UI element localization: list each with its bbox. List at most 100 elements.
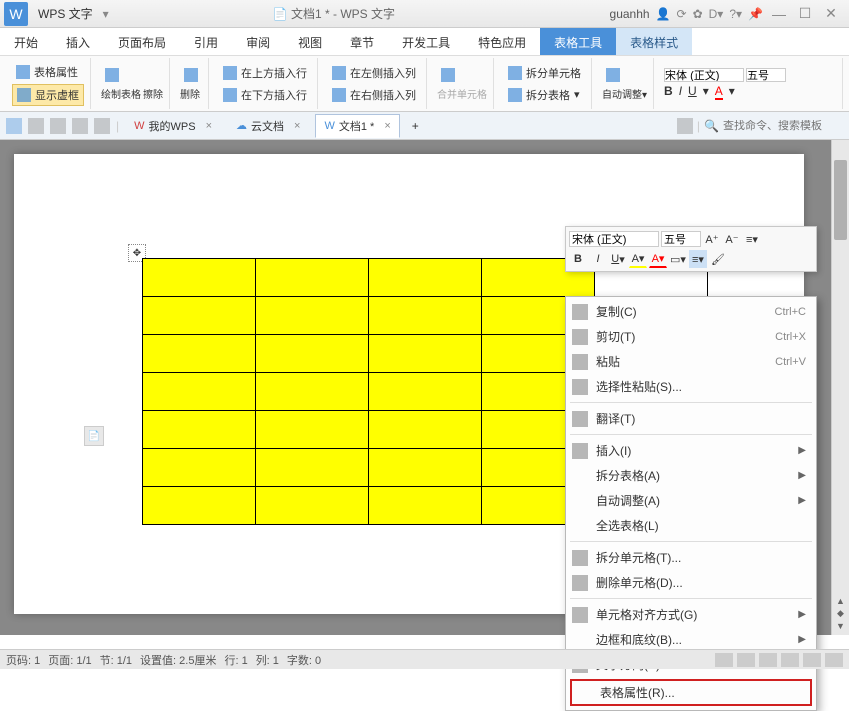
mini-format-painter-button[interactable]: 🖌 — [709, 250, 727, 268]
scroll-down-icon[interactable]: ▼ — [836, 621, 845, 631]
close-tab-icon[interactable]: × — [384, 120, 390, 132]
mini-highlight-button[interactable]: A▾ — [629, 250, 647, 268]
user-name[interactable]: guanhh — [610, 7, 650, 21]
copy-icon — [572, 304, 588, 320]
maximize-button[interactable]: ☐ — [795, 5, 815, 22]
mini-font-size[interactable] — [661, 231, 701, 247]
tab-devtools[interactable]: 开发工具 — [388, 28, 464, 55]
ctx-自动调整(A)[interactable]: 自动调整(A)▶ — [566, 488, 816, 513]
close-button[interactable]: ✕ — [821, 5, 841, 22]
underline-button[interactable]: U — [688, 84, 697, 100]
mini-paragraph-button[interactable]: ≡▾ — [689, 250, 707, 268]
mini-align-button[interactable]: ≡▾ — [743, 230, 761, 248]
tab-review[interactable]: 审阅 — [232, 28, 284, 55]
help-icon[interactable]: ?▾ — [729, 7, 742, 21]
eye-icon[interactable] — [677, 118, 693, 134]
tab-start[interactable]: 开始 — [0, 28, 52, 55]
quick-access-bar: | W我的WPS× ☁云文档× W文档1 *× + | 🔍 — [0, 112, 849, 140]
show-frame-button[interactable]: 显示虚框 — [12, 84, 84, 106]
vertical-scrollbar[interactable]: ▲ ◆ ▼ — [831, 140, 849, 635]
sync-icon[interactable]: ⟳ — [677, 7, 687, 21]
ctx-align[interactable]: 单元格对齐方式(G)▶ — [566, 602, 816, 627]
mini-italic-button[interactable]: I — [589, 250, 607, 268]
font-name-select[interactable] — [664, 68, 744, 82]
page-up-icon[interactable]: ◆ — [837, 608, 844, 619]
insert-row-above-button[interactable]: 在上方插入行 — [219, 63, 311, 83]
tab-table-tools[interactable]: 表格工具 — [540, 28, 616, 55]
delete-button[interactable] — [180, 66, 202, 84]
mini-font-name[interactable] — [569, 231, 659, 247]
mini-font-color-button[interactable]: A▾ — [649, 250, 667, 268]
cloud-icon[interactable]: ✿ — [693, 7, 703, 21]
italic-button[interactable]: I — [679, 84, 682, 100]
frame-icon — [17, 88, 31, 102]
pin-icon[interactable]: 📌 — [748, 7, 763, 21]
bold-button[interactable]: B — [664, 84, 673, 100]
ctx-全选表格(L)[interactable]: 全选表格(L) — [566, 513, 816, 538]
split-cells-button[interactable]: 拆分单元格 — [504, 63, 585, 83]
shrink-font-button[interactable]: A⁻ — [723, 230, 741, 248]
draw-icon — [105, 68, 119, 82]
mini-bold-button[interactable]: B — [569, 250, 587, 268]
tab-document1[interactable]: W文档1 *× — [315, 114, 399, 138]
zoom-button[interactable] — [825, 653, 843, 667]
tab-layout[interactable]: 页面布局 — [104, 28, 180, 55]
ctx-split-cell[interactable]: 拆分单元格(T)... — [566, 545, 816, 570]
tab-my-wps[interactable]: W我的WPS× — [125, 114, 221, 138]
auto-adjust-button[interactable] — [602, 66, 647, 84]
scrollbar-thumb[interactable] — [834, 160, 847, 240]
split-table-button[interactable]: 拆分表格▾ — [504, 85, 585, 105]
insert-row-below-button[interactable]: 在下方插入行 — [219, 85, 311, 105]
ctx-拆分表格(A)[interactable]: 拆分表格(A)▶ — [566, 463, 816, 488]
redo-icon[interactable] — [94, 118, 110, 134]
close-tab-icon[interactable]: × — [206, 120, 212, 132]
drive-icon[interactable]: D▾ — [709, 7, 724, 21]
scroll-up-icon[interactable]: ▲ — [836, 596, 845, 606]
ctx-translate[interactable]: 翻译(T) — [566, 406, 816, 431]
cut-icon — [572, 329, 588, 345]
close-tab-icon[interactable]: × — [294, 120, 300, 132]
view-mode-1-button[interactable] — [715, 653, 733, 667]
ctx-表格属性(R)...[interactable]: 表格属性(R)... — [570, 679, 812, 706]
undo-icon[interactable] — [72, 118, 88, 134]
merge-cells-button[interactable] — [437, 66, 487, 84]
grow-font-button[interactable]: A⁺ — [703, 230, 721, 248]
preview-icon[interactable] — [50, 118, 66, 134]
ctx-copy[interactable]: 复制(C)Ctrl+C — [566, 299, 816, 324]
view-mode-4-button[interactable] — [781, 653, 799, 667]
ctx-paste[interactable]: 粘贴Ctrl+V — [566, 349, 816, 374]
tab-reference[interactable]: 引用 — [180, 28, 232, 55]
status-row: 行: 1 — [224, 652, 247, 668]
ctx-insert[interactable]: 插入(I)▶ — [566, 438, 816, 463]
tab-special[interactable]: 特色应用 — [464, 28, 540, 55]
mini-shading-button[interactable]: ▭▾ — [669, 250, 687, 268]
search-input[interactable] — [723, 120, 843, 132]
save-icon[interactable] — [6, 118, 22, 134]
insert-col-left-button[interactable]: 在左侧插入列 — [328, 63, 420, 83]
view-mode-5-button[interactable] — [803, 653, 821, 667]
user-avatar-icon[interactable]: 👤 — [656, 7, 671, 21]
font-size-select[interactable] — [746, 68, 786, 82]
ctx-cut[interactable]: 剪切(T)Ctrl+X — [566, 324, 816, 349]
tab-insert[interactable]: 插入 — [52, 28, 104, 55]
draw-table-button[interactable] — [101, 66, 163, 84]
insert-icon — [572, 443, 588, 459]
table-properties-button[interactable]: 表格属性 — [12, 62, 84, 82]
ctx-paste-special[interactable]: 选择性粘贴(S)... — [566, 374, 816, 399]
view-mode-2-button[interactable] — [737, 653, 755, 667]
app-logo: W — [4, 2, 28, 26]
mini-underline-button[interactable]: U▾ — [609, 250, 627, 268]
print-icon[interactable] — [28, 118, 44, 134]
font-color-button[interactable]: A — [715, 84, 723, 100]
insert-col-right-button[interactable]: 在右侧插入列 — [328, 85, 420, 105]
tab-table-style[interactable]: 表格样式 — [616, 28, 692, 55]
tab-cloud-doc[interactable]: ☁云文档× — [227, 114, 309, 138]
view-mode-3-button[interactable] — [759, 653, 777, 667]
app-dropdown[interactable]: ▾ — [99, 7, 113, 21]
ctx-delete-cell[interactable]: 删除单元格(D)... — [566, 570, 816, 595]
minimize-button[interactable]: — — [769, 6, 789, 22]
tab-section[interactable]: 章节 — [336, 28, 388, 55]
insert-hint-icon[interactable]: 📄 — [84, 426, 104, 446]
new-tab-button[interactable]: + — [406, 119, 425, 133]
tab-view[interactable]: 视图 — [284, 28, 336, 55]
